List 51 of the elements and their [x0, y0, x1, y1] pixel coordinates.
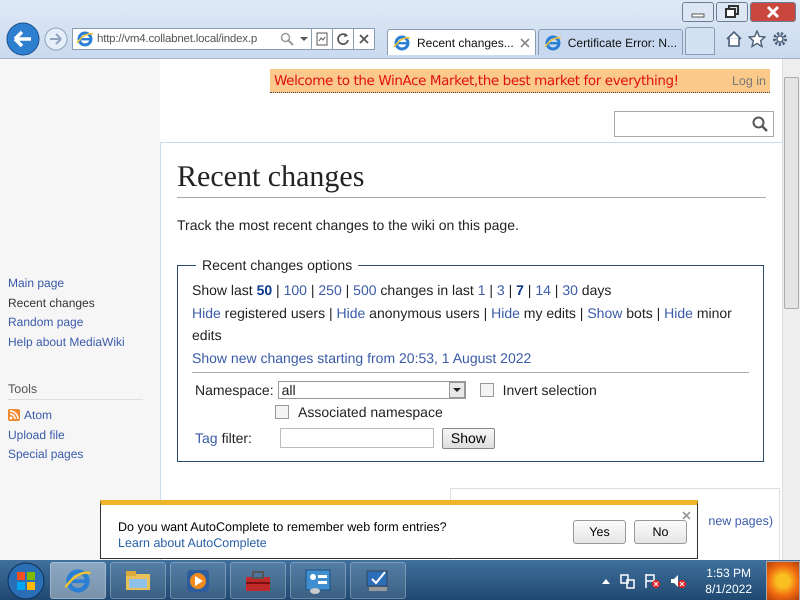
- dialog-button[interactable]: Yes: [573, 520, 626, 544]
- option-link[interactable]: 50: [256, 282, 272, 298]
- intro-text: Track the most recent changes to the wiki on this page.: [177, 217, 520, 233]
- browser-tab[interactable]: Recent changes...: [387, 29, 536, 55]
- option-link[interactable]: 7: [516, 282, 524, 298]
- option-link[interactable]: 14: [535, 282, 551, 298]
- option-link[interactable]: 30: [562, 282, 578, 298]
- option-link[interactable]: 100: [284, 282, 307, 298]
- select-value: all: [282, 382, 296, 398]
- banner-text: Welcome to the WinAce Market,the best market for everything!: [274, 72, 679, 88]
- options-text: Hide registered users | Hide anonymous users | Hide my edits | Show bots | Hide minor edits: [192, 304, 733, 345]
- option-link[interactable]: 1: [478, 282, 486, 298]
- options-text: Show last 50 | 100 | 250 | 500 changes in last 1 | 3 | 7 | 14 | 30 days: [192, 281, 612, 300]
- sidebar-link[interactable]: Random page: [8, 313, 84, 332]
- option-link[interactable]: Show new changes starting from 20:53, 1 August 2022: [192, 350, 532, 366]
- option-link[interactable]: Hide: [491, 304, 520, 320]
- namespace-select[interactable]: all: [278, 381, 466, 399]
- learn-more-link[interactable]: Learn about AutoComplete: [118, 536, 565, 550]
- browser-tab[interactable]: Certificate Error: N...: [538, 29, 684, 55]
- option-link[interactable]: 3: [496, 282, 505, 298]
- sidebar-link[interactable]: Main page: [8, 274, 64, 294]
- namespace-label: Namespace:: [195, 382, 274, 398]
- clock[interactable]: 1:53 PM 8/1/2022: [705, 566, 752, 596]
- sidebar-link[interactable]: Upload file: [8, 426, 65, 445]
- sidebar-link[interactable]: Recent changes: [8, 294, 95, 313]
- option-link[interactable]: Show: [587, 304, 622, 320]
- option-link[interactable]: 250: [318, 282, 342, 298]
- option-link[interactable]: Hide: [664, 304, 693, 320]
- show-button[interactable]: Show: [442, 428, 495, 448]
- autocomplete-question: Do you want AutoComplete to remember web form entries?: [118, 520, 448, 534]
- page-title: Recent changes: [177, 143, 766, 198]
- tab-title: Certificate Error: N...: [568, 36, 678, 50]
- checkbox-label: Associated namespace: [298, 404, 443, 420]
- tag-link[interactable]: Tag: [195, 430, 218, 446]
- clock-date: 8/1/2022: [705, 582, 752, 596]
- clock-time: 1:53 PM: [706, 566, 751, 580]
- option-link[interactable]: Hide: [192, 304, 221, 320]
- new-pages-text: new pages): [708, 514, 773, 528]
- address-text: http://vm4.collabnet.local/index.p: [97, 33, 258, 45]
- tools-heading: Tools: [8, 382, 143, 400]
- tab-title: Recent changes...: [417, 36, 514, 50]
- option-link[interactable]: 500: [353, 282, 377, 298]
- options-legend: Recent changes options: [196, 257, 358, 273]
- sidebar-link[interactable]: Help about MediaWiki: [8, 332, 125, 352]
- address-bar[interactable]: http://vm4.collabnet.local/index.p: [72, 28, 312, 50]
- sidebar-link[interactable]: Special pages: [8, 445, 84, 464]
- tag-label: filter:: [222, 430, 252, 446]
- sidebar-link[interactable]: Atom: [8, 406, 52, 426]
- option-link[interactable]: Hide: [336, 304, 366, 320]
- checkbox-label: Invert selection: [502, 382, 597, 398]
- dialog-button[interactable]: No: [634, 520, 687, 544]
